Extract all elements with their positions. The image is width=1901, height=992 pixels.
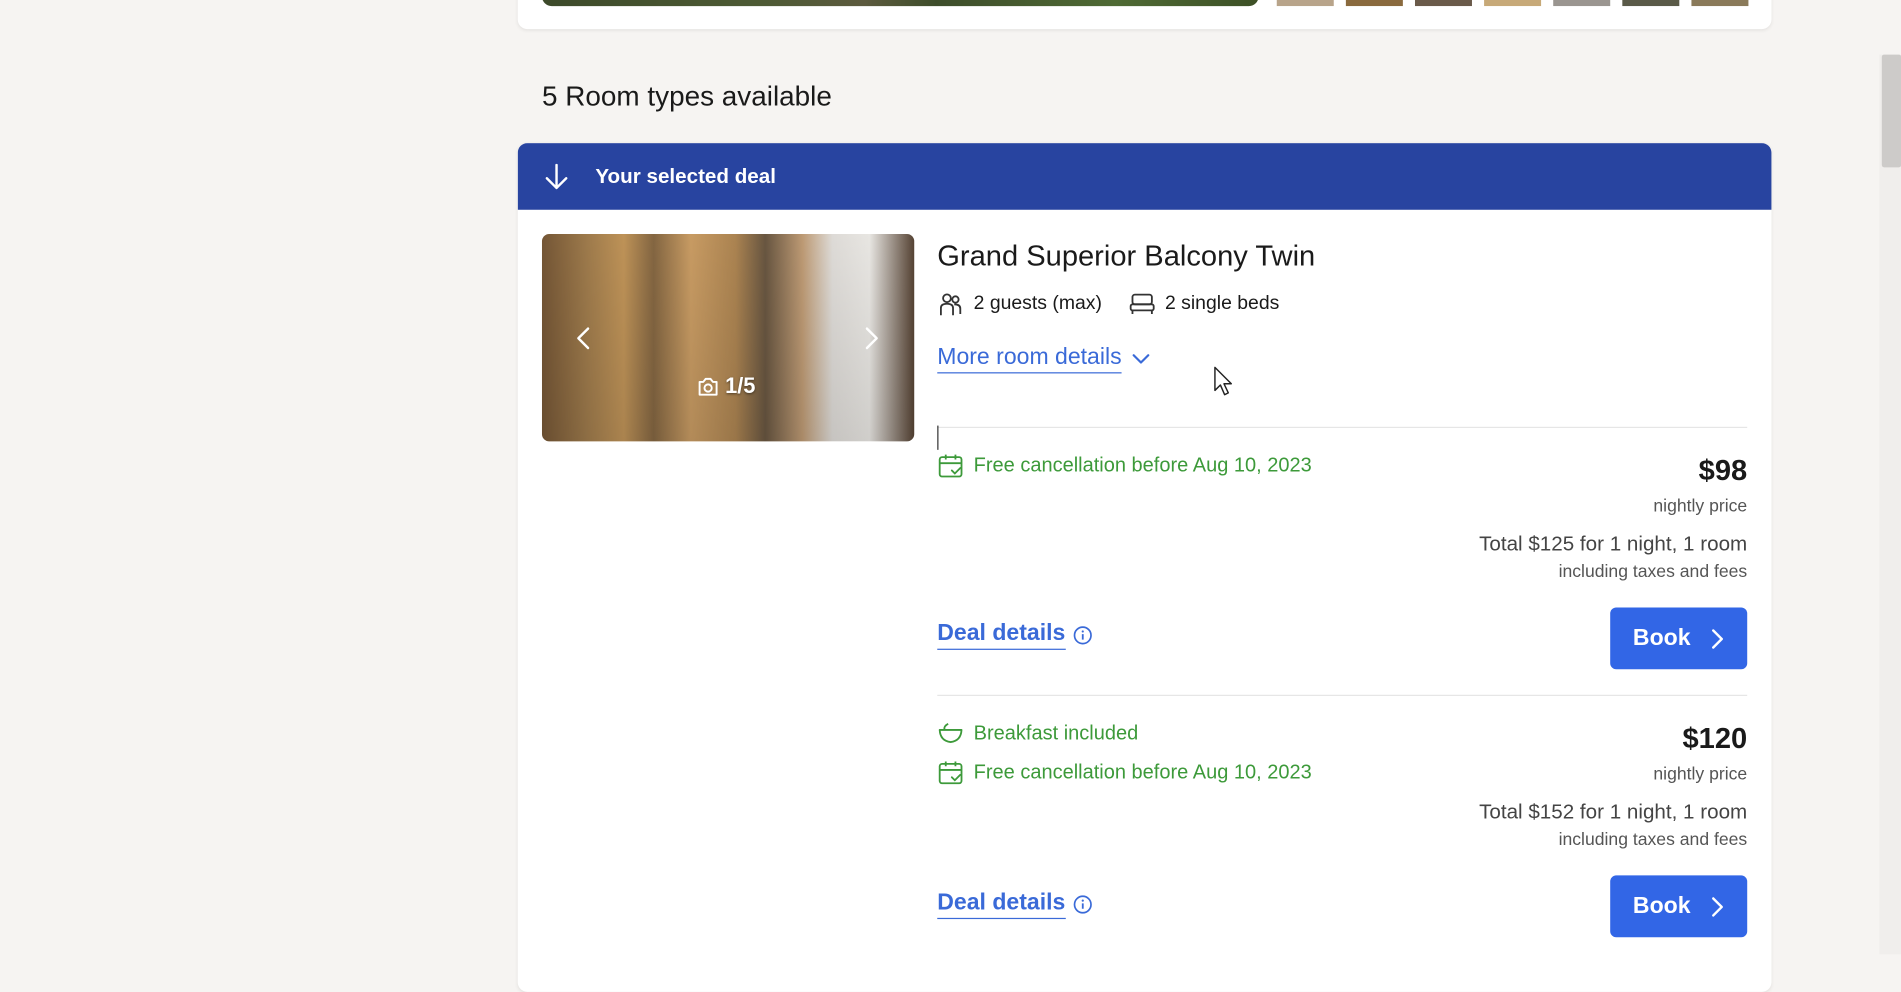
gallery-main-photo[interactable] xyxy=(541,0,1259,7)
total-price: Total $125 for 1 night, 1 room xyxy=(1479,532,1748,556)
calendar-check-icon xyxy=(938,454,963,478)
book-button[interactable]: Book xyxy=(1610,607,1748,670)
bed-icon xyxy=(1129,293,1155,315)
arrow-down-icon xyxy=(545,163,568,190)
deal-option: Breakfast included Free cancellation bef… xyxy=(937,696,1748,963)
perk-label: Breakfast included xyxy=(973,722,1139,744)
room-card: Your selected deal 1/5 Grand Superior Ba… xyxy=(517,143,1772,992)
scrollbar-track[interactable] xyxy=(1879,54,1901,955)
nightly-price-caption: nightly price xyxy=(1653,497,1748,517)
room-name: Grand Superior Balcony Twin xyxy=(937,240,1316,273)
selected-deal-label: Your selected deal xyxy=(595,164,776,188)
page: 5 Room types available Your selected dea… xyxy=(0,0,1901,992)
more-room-details-label: More room details xyxy=(937,344,1122,374)
guests-label: 2 guests (max) xyxy=(973,293,1102,315)
deal-option: Free cancellation before Aug 10, 2023 $9… xyxy=(937,428,1748,695)
nightly-price-caption: nightly price xyxy=(1653,765,1748,785)
selected-deal-banner: Your selected deal xyxy=(517,143,1772,210)
free-cancellation-perk: Free cancellation before Aug 10, 2023 xyxy=(937,452,1312,479)
chevron-right-icon[interactable] xyxy=(857,325,884,352)
book-button-label: Book xyxy=(1632,625,1691,651)
perk-label: Free cancellation before Aug 10, 2023 xyxy=(973,760,1312,783)
deal-details-label: Deal details xyxy=(937,890,1066,920)
total-price-caption: including taxes and fees xyxy=(1558,562,1748,582)
hotel-gallery-card xyxy=(517,0,1772,30)
gallery-thumbnail[interactable] xyxy=(1345,0,1403,7)
more-room-details-link[interactable]: More room details xyxy=(937,344,1150,374)
beds-label: 2 single beds xyxy=(1164,293,1280,315)
gallery-thumbnail[interactable] xyxy=(1553,0,1611,7)
chevron-down-icon xyxy=(1132,354,1150,364)
deal-details-link[interactable]: Deal details xyxy=(937,890,1092,920)
room-meta: 2 guests (max) 2 single beds xyxy=(937,291,1306,318)
deal-details-label: Deal details xyxy=(937,621,1066,650)
room-types-heading: 5 Room types available xyxy=(541,80,832,112)
gallery-thumbnail[interactable] xyxy=(1276,0,1334,7)
chevron-left-icon[interactable] xyxy=(571,325,598,352)
deal-details-link[interactable]: Deal details xyxy=(937,621,1092,650)
scrollbar-thumb[interactable] xyxy=(1881,54,1901,168)
guests-info: 2 guests (max) xyxy=(937,291,1102,318)
nightly-price: $120 xyxy=(1682,722,1748,756)
beds-info: 2 single beds xyxy=(1129,292,1280,316)
total-price: Total $152 for 1 night, 1 room xyxy=(1479,800,1748,824)
book-button-label: Book xyxy=(1632,893,1691,919)
chevron-right-icon xyxy=(1712,628,1724,649)
chevron-right-icon xyxy=(1712,896,1724,917)
gallery-thumbnail[interactable] xyxy=(1622,0,1680,7)
photo-counter: 1/5 xyxy=(697,373,755,398)
nightly-price: $98 xyxy=(1698,454,1748,488)
gallery-thumbnail[interactable] xyxy=(1484,0,1542,7)
gallery-thumbnail[interactable] xyxy=(1691,0,1749,7)
free-cancellation-perk: Free cancellation before Aug 10, 2023 xyxy=(937,759,1312,786)
book-button[interactable]: Book xyxy=(1610,875,1748,938)
guests-icon xyxy=(939,293,962,316)
calendar-check-icon xyxy=(938,761,963,785)
breakfast-bowl-icon xyxy=(938,723,963,743)
perk-label: Free cancellation before Aug 10, 2023 xyxy=(973,454,1312,476)
info-icon xyxy=(1073,626,1092,645)
total-price-caption: including taxes and fees xyxy=(1558,830,1748,850)
info-icon xyxy=(1073,895,1092,914)
photo-counter-label: 1/5 xyxy=(725,373,756,398)
breakfast-perk: Breakfast included xyxy=(937,720,1138,747)
mouse-cursor-icon xyxy=(1214,366,1233,396)
gallery-thumbnail[interactable] xyxy=(1414,0,1472,7)
room-photo-carousel[interactable]: 1/5 xyxy=(541,234,915,442)
camera-icon xyxy=(698,377,718,396)
